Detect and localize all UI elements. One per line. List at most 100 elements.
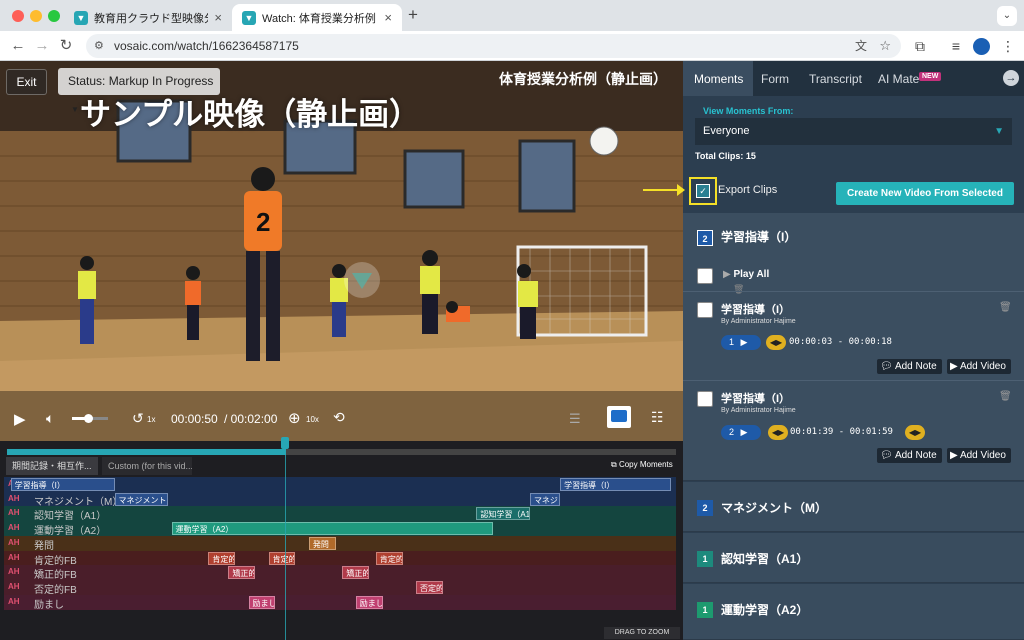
tab-search-icon[interactable]: ⌄ (997, 6, 1017, 26)
clip-title[interactable]: 学習指導（I） (721, 390, 790, 406)
collapse-sidebar-icon[interactable]: → (1003, 70, 1019, 86)
tab-moments[interactable]: Moments (694, 72, 743, 86)
copy-moments-button[interactable]: ⧉ Copy Moments (611, 460, 673, 470)
volume-icon[interactable]: 🔈︎ (46, 410, 54, 427)
close-tab-icon[interactable]: × (384, 10, 392, 25)
timeline-row-ah: AH (8, 508, 20, 518)
view-from-select[interactable]: Everyone ▼ (695, 118, 1012, 145)
browser-tab-active[interactable]: ▼ Watch: 体育授業分析例（静止画） × (232, 4, 402, 31)
comment-toggle-icon[interactable] (607, 406, 631, 428)
trim-handles-icon[interactable]: ◀▶ (905, 425, 925, 440)
category-panel[interactable]: 1 運動学習（A2） (683, 584, 1024, 640)
maximize-window-icon[interactable] (48, 10, 60, 22)
timeline-moment-bar[interactable]: 学習指導（I） (10, 478, 115, 491)
timeline-row-ah: AH (8, 523, 20, 533)
trash-icon[interactable]: 🗑︎ (733, 284, 744, 295)
category-title: 認知学習（A1） (721, 552, 809, 566)
add-note-button[interactable]: 💬︎ Add Note (877, 448, 942, 463)
timeline-moment-bar[interactable]: 矯正的F (342, 566, 370, 580)
rewind-icon[interactable]: ↺ (132, 410, 144, 427)
browser-menu-icon[interactable]: ⋮ (998, 36, 1018, 56)
tab-timeline-custom[interactable]: Custom (for this vid... (102, 457, 192, 475)
extensions-icon[interactable]: ⧉ (910, 36, 930, 56)
timeline-moment-bar[interactable]: 励まし (248, 595, 276, 609)
view-from-value: Everyone (703, 125, 750, 137)
list-view-icon[interactable]: ☰ (569, 411, 581, 427)
timeline-moment-bar[interactable]: 肯定的F (268, 551, 296, 565)
timeline-moment-bar[interactable]: 学習指導（I） (560, 478, 671, 491)
video-player[interactable]: 2 Exit Status: Markup In Progress ▼ サンプル… (0, 61, 683, 441)
timeline-moment-bar[interactable]: 肯定的F (375, 551, 403, 565)
clip-title[interactable]: 学習指導（I） (721, 301, 790, 317)
trim-handles-icon[interactable]: ◀▶ (766, 335, 786, 350)
timeline-moment-bar[interactable]: 認知学習（A1） (476, 507, 530, 521)
add-video-button[interactable]: ▶ Add Video (947, 448, 1011, 463)
moments-sidebar: Moments Form Transcript AI Mate NEW → Vi… (683, 61, 1024, 640)
timeline-moment-bar[interactable]: 矯正的F (228, 566, 256, 580)
timeline-moment-bar[interactable]: 発問 (308, 536, 336, 550)
scrubber-track[interactable] (7, 449, 676, 455)
play-all-button[interactable]: ▶ Play All (723, 269, 769, 280)
play-icon[interactable]: ▶ (14, 410, 26, 428)
highlight-box: ✓ (689, 177, 717, 205)
tutorial-arrow (643, 189, 681, 191)
add-video-button[interactable]: ▶ Add Video (947, 359, 1011, 374)
bookmark-star-icon[interactable]: ☆ (879, 34, 891, 58)
settings-sliders-icon[interactable]: ☷ (651, 409, 664, 426)
trim-handles-icon[interactable]: ◀▶ (768, 425, 788, 440)
delete-clip-icon[interactable]: 🗑︎ (999, 302, 1012, 313)
timeline-row: AHマネジメント（M）マネジメント（マネジ (4, 491, 676, 508)
exit-button[interactable]: Exit (6, 69, 47, 95)
zoom-icon[interactable]: ⊕ (288, 409, 301, 427)
tab-transcript[interactable]: Transcript (809, 72, 862, 86)
timeline-moment-bar[interactable]: マネジメント（ (114, 492, 169, 506)
volume-slider[interactable] (72, 414, 108, 423)
scrubber-progress (7, 449, 286, 455)
site-info-icon[interactable]: ⚙ (94, 34, 104, 58)
tab-ai-mate[interactable]: AI Mate (878, 72, 919, 86)
video-icon: ▶ (950, 361, 958, 372)
timeline-row: AH矯正的FB矯正的F矯正的F (4, 565, 676, 581)
category-panel[interactable]: 2 マネジメント（M） (683, 482, 1024, 532)
minimize-window-icon[interactable] (30, 10, 42, 22)
video-overlay-text: サンプル映像（静止画） (80, 97, 421, 132)
coding-timeline[interactable]: 期間記録・相互作... Custom (for this vid... ⧉ Co… (0, 437, 683, 640)
close-window-icon[interactable] (12, 10, 24, 22)
add-note-button[interactable]: 💬︎ Add Note (877, 359, 942, 374)
clip-time-range: 00:01:39 - 00:01:59 (790, 427, 893, 437)
forward-icon[interactable]: → (32, 36, 52, 56)
export-clips-label: Export Clips (718, 184, 778, 196)
reading-list-icon[interactable]: ≡ (946, 36, 966, 56)
back-icon[interactable]: ← (8, 36, 28, 56)
timeline-moment-bar[interactable]: 肯定的F (208, 551, 236, 565)
new-tab-icon[interactable]: + (408, 5, 418, 25)
rotate-icon[interactable]: ⟲ (333, 409, 345, 426)
close-tab-icon[interactable]: × (214, 10, 222, 25)
delete-clip-icon[interactable]: 🗑︎ (999, 391, 1012, 402)
url-text: vosaic.com/watch/1662364587175 (114, 39, 299, 53)
reload-icon[interactable]: ↻ (56, 36, 76, 56)
create-video-button[interactable]: Create New Video From Selected (836, 182, 1014, 205)
select-all-checkbox[interactable] (697, 268, 713, 284)
timeline-row: AH学習指導（I）学習指導（I）学習指導（I） (4, 477, 676, 493)
address-bar[interactable]: ⚙ vosaic.com/watch/1662364587175 文 ☆ (86, 34, 901, 58)
translate-icon[interactable]: 文 (855, 34, 867, 58)
export-checkbox[interactable]: ✓ (696, 184, 710, 198)
profile-avatar[interactable] (973, 38, 990, 55)
clip-play-pill[interactable]: 2 ▶ (721, 425, 761, 440)
category-count: 2 (697, 230, 713, 246)
timeline-row-label: 励まし (34, 599, 64, 611)
clip-checkbox[interactable] (697, 391, 713, 407)
timeline-moment-bar[interactable]: マネジ (529, 492, 561, 506)
tab-timeline-template[interactable]: 期間記録・相互作... (6, 457, 98, 475)
copy-icon: ⧉ (611, 460, 617, 469)
timeline-moment-bar[interactable]: 励まし (355, 595, 383, 609)
clip-play-pill[interactable]: 1 ▶ (721, 335, 761, 350)
tab-form[interactable]: Form (761, 72, 789, 86)
clip-checkbox[interactable] (697, 302, 713, 318)
category-panel[interactable]: 1 認知学習（A1） (683, 533, 1024, 583)
browser-tab[interactable]: ▼ 教育用クラウド型映像分析ソフト × (64, 4, 232, 31)
timeline-moment-bar[interactable]: 運動学習（A2） (171, 522, 494, 536)
category-title[interactable]: 学習指導（I） (721, 228, 796, 245)
timeline-moment-bar[interactable]: 否定的F (416, 580, 443, 594)
